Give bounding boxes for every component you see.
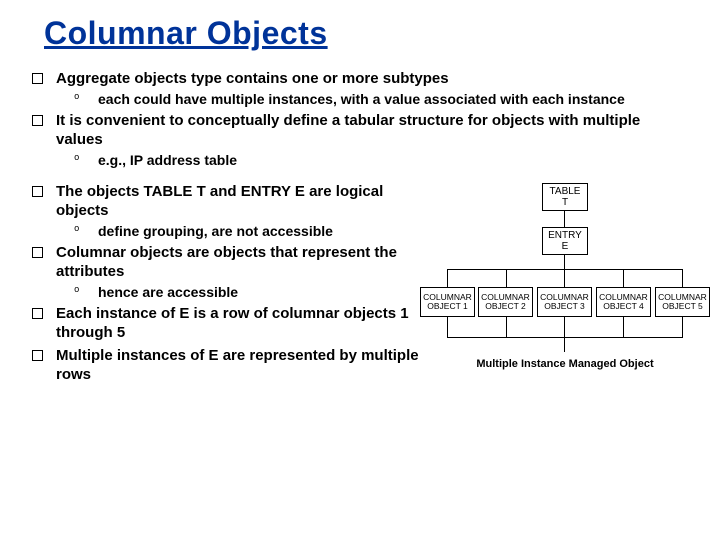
connector-line: [564, 269, 565, 287]
left-bullets: The objects TABLE T and ENTRY E are logi…: [30, 183, 430, 384]
right-column: TABLE T ENTRY E COLUMNAR O: [430, 183, 690, 388]
sub-bullet: hence are accessible: [56, 284, 430, 302]
connector-line: [623, 317, 624, 337]
connector-line: [564, 317, 565, 337]
sub-bullet: each could have multiple instances, with…: [56, 91, 690, 109]
connector-line: [564, 211, 565, 227]
bullet-text: Aggregate objects type contains one or m…: [56, 70, 449, 87]
sub-bullets: hence are accessible: [56, 284, 430, 302]
bullet-text: Each instance of E is a row of columnar …: [56, 305, 409, 341]
sub-bullets: each could have multiple instances, with…: [56, 91, 690, 109]
slide: Columnar Objects Aggregate objects type …: [0, 0, 720, 540]
diagram-box-table: TABLE T: [542, 183, 588, 211]
diagram-box-col4: COLUMNAR OBJECT 4: [596, 287, 651, 317]
sub-bullet: define grouping, are not accessible: [56, 223, 430, 241]
box-label: TABLE T: [544, 186, 586, 208]
connector-line: [447, 269, 448, 287]
diagram-box-entry: ENTRY E: [542, 227, 588, 255]
bullet: It is convenient to conceptually define …: [30, 112, 690, 169]
diagram: TABLE T ENTRY E COLUMNAR O: [420, 183, 710, 393]
sub-bullets: define grouping, are not accessible: [56, 223, 430, 241]
sub-bullet: e.g., IP address table: [56, 152, 690, 170]
diagram-caption: Multiple Instance Managed Object: [455, 358, 675, 370]
bullet: Aggregate objects type contains one or m…: [30, 70, 690, 108]
connector-line: [564, 255, 565, 269]
connector-line: [564, 337, 565, 352]
diagram-box-col3: COLUMNAR OBJECT 3: [537, 287, 592, 317]
connector-line: [447, 269, 683, 270]
top-bullets: Aggregate objects type contains one or m…: [30, 70, 690, 169]
bullet: Columnar objects are objects that repres…: [30, 244, 430, 301]
connector-line: [506, 317, 507, 337]
bullet: The objects TABLE T and ENTRY E are logi…: [30, 183, 430, 240]
box-label: ENTRY E: [544, 230, 586, 252]
bullet-text: Columnar objects are objects that repres…: [56, 244, 397, 280]
connector-line: [623, 269, 624, 287]
diagram-box-col5: COLUMNAR OBJECT 5: [655, 287, 710, 317]
lower-section: The objects TABLE T and ENTRY E are logi…: [30, 183, 690, 388]
diagram-box-col2: COLUMNAR OBJECT 2: [478, 287, 533, 317]
bullet-text: It is convenient to conceptually define …: [56, 112, 640, 148]
connector-line: [682, 317, 683, 337]
diagram-box-col1: COLUMNAR OBJECT 1: [420, 287, 475, 317]
bullet: Multiple instances of E are represented …: [30, 347, 430, 385]
connector-line: [506, 269, 507, 287]
connector-line: [447, 337, 683, 338]
bullet-text: The objects TABLE T and ENTRY E are logi…: [56, 183, 383, 219]
page-title: Columnar Objects: [44, 15, 690, 52]
bullet: Each instance of E is a row of columnar …: [30, 305, 430, 343]
sub-bullets: e.g., IP address table: [56, 152, 690, 170]
connector-line: [447, 317, 448, 337]
connector-line: [682, 269, 683, 287]
left-column: The objects TABLE T and ENTRY E are logi…: [30, 183, 430, 388]
bullet-text: Multiple instances of E are represented …: [56, 347, 419, 383]
